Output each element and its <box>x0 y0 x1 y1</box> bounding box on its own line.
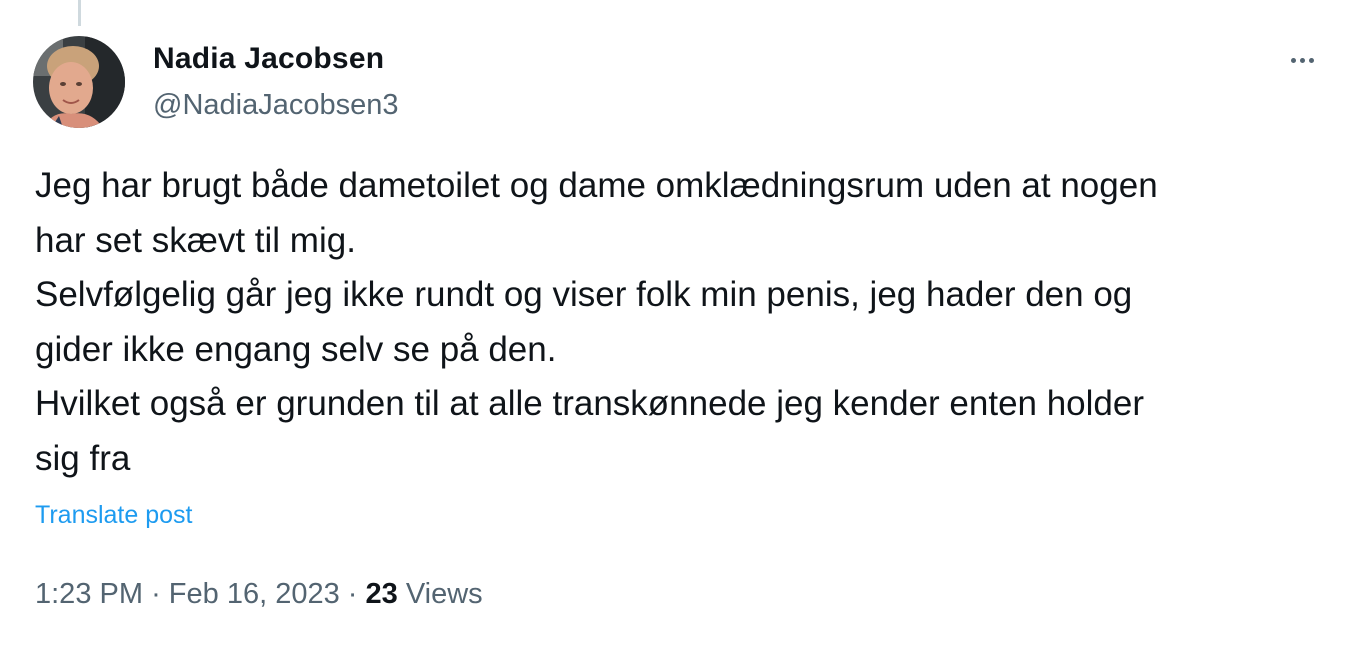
views-label: Views <box>405 578 483 610</box>
more-options-button[interactable] <box>1278 42 1326 78</box>
author-display-name[interactable]: Nadia Jacobsen <box>153 40 384 78</box>
meta-separator: · <box>151 578 161 610</box>
post-text-line: Selvfølgelig går jeg ikke rundt og viser… <box>35 275 1133 315</box>
meta-separator: · <box>347 578 358 610</box>
post-time[interactable]: 1:23 PM <box>35 578 143 610</box>
post-text-line: gider ikke engang selv se på den. <box>35 329 557 369</box>
translate-post-link[interactable]: Translate post <box>35 498 192 532</box>
post-text-line: Jeg har brugt både dametoilet og dame om… <box>35 166 1158 205</box>
more-horizontal-icon <box>1299 57 1305 63</box>
post-text-line: har set skævt til mig. <box>35 220 356 260</box>
thread-connector-line <box>78 0 81 26</box>
post-text-line: Hvilket også er grunden til at alle tran… <box>35 384 1145 424</box>
avatar-photo-icon <box>33 36 125 128</box>
views-count: 23 <box>365 578 398 610</box>
post-metadata: 1:23 PM · Feb 16, 2023 · 23 Views <box>35 574 483 614</box>
more-horizontal-icon <box>1308 57 1314 63</box>
author-handle[interactable]: @NadiaJacobsen3 <box>153 86 398 124</box>
post-date[interactable]: Feb 16, 2023 <box>169 578 340 610</box>
author-avatar[interactable] <box>33 36 125 128</box>
post-text-line: sig fra <box>35 438 131 478</box>
more-horizontal-icon <box>1290 57 1296 63</box>
post-text: Jeg har brugt både dametoilet og dame om… <box>35 159 1325 487</box>
